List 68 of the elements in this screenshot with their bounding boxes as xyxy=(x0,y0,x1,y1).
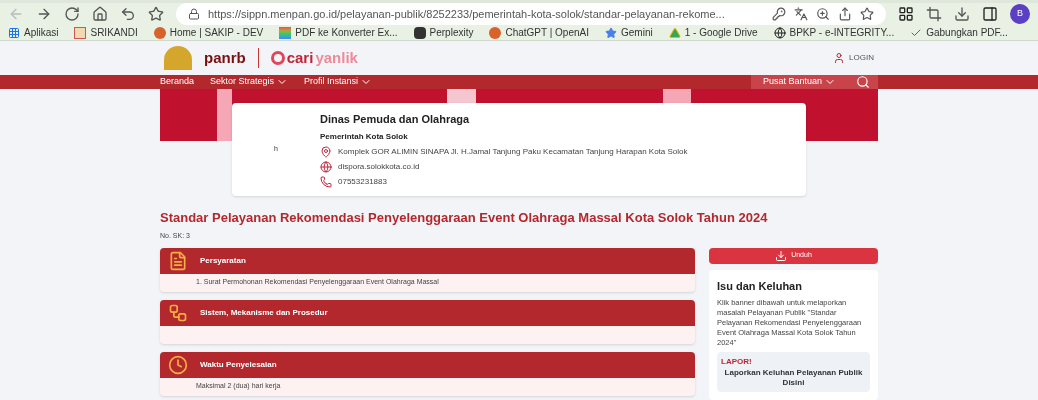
zoom-icon[interactable] xyxy=(816,7,830,21)
section-header[interactable]: Sistem, Mekanisme dan Prosedur xyxy=(160,299,695,326)
star-icon[interactable] xyxy=(148,6,164,22)
section-title: Sistem, Mekanisme dan Prosedur xyxy=(200,306,328,319)
section-header[interactable]: Persyaratan xyxy=(160,247,695,274)
page-title: Standar Pelayanan Rekomendasi Penyelenggaraan Event Olahraga Massal Kota Solok Tahun 2024 xyxy=(160,208,769,227)
translate-icon[interactable] xyxy=(794,7,808,21)
globe-icon xyxy=(320,160,332,173)
side-panel-icon[interactable] xyxy=(982,6,998,22)
section-title: Persyaratan xyxy=(200,254,246,267)
agency-parent: Pemerintah Kota Solok xyxy=(320,130,409,143)
bookmark-link[interactable]: ChatGPT | OpenAI xyxy=(489,25,589,40)
nav-link[interactable]: Beranda xyxy=(160,75,195,89)
apps-icon xyxy=(8,26,20,39)
reload-icon[interactable] xyxy=(64,6,80,22)
help-menu[interactable]: Pusat Bantuan xyxy=(750,75,848,89)
nav-link[interactable]: Profil Instansi xyxy=(304,75,373,89)
download-icon xyxy=(775,249,788,262)
section-title: Waktu Penyelesaian xyxy=(200,358,277,371)
bookmark-link[interactable]: 1 - Google Drive xyxy=(668,25,758,40)
panrb-logo: panrb xyxy=(204,47,246,68)
flow-icon xyxy=(168,302,188,323)
forward-icon[interactable] xyxy=(36,6,52,22)
agency-address: Komplek GOR ALIMIN SINAPA Jl. H.Jamal Tanjung Paku Kecamatan Tanjung Harapan Kota Solok xyxy=(338,145,688,158)
bookmark-link[interactable]: BPKP - e-INTEGRITY... xyxy=(773,25,895,40)
agency-phone: 07553231883 xyxy=(338,175,387,188)
login-link[interactable]: LOGIN xyxy=(833,52,874,64)
document-icon xyxy=(74,26,87,39)
share-icon[interactable] xyxy=(838,7,852,21)
bookmark-link[interactable]: Gemini xyxy=(605,25,653,40)
bookmark-link[interactable]: Home | SAKIP - DEV xyxy=(153,25,264,40)
bookmark-link[interactable]: SRIKANDI xyxy=(74,25,138,40)
bookmark-link[interactable]: Aplikasi xyxy=(8,25,59,40)
home-icon[interactable] xyxy=(92,6,108,22)
colorful-square-icon xyxy=(279,26,292,39)
search-icon xyxy=(856,75,870,89)
location-icon xyxy=(320,145,332,158)
banner-text: Laporkan Keluhan Pelayanan Publik Disini xyxy=(723,368,864,388)
extensions-icon[interactable] xyxy=(898,6,914,22)
report-banner[interactable]: LAPOR! Laporkan Keluhan Pelayanan Publik Disini xyxy=(717,352,870,392)
lapor-logo: LAPOR! xyxy=(721,356,753,368)
bookmark-link[interactable]: PDF ke Konverter Ex... xyxy=(279,25,398,40)
address-bar[interactable]: https://sippn.menpan.go.id/pelayanan-publik/8252233/pemerintah-kota-solok/standar-pelayanan-rekome... xyxy=(176,3,886,25)
bookmark-link[interactable]: Gabungkan PDF... xyxy=(910,25,1008,40)
website-link[interactable]: dispora.solokkota.co.id xyxy=(338,160,420,173)
url-text: https://sippn.menpan.go.id/pelayanan-publik/8252233/pemerintah-kota-solok/standar-pelayanan-rekome... xyxy=(208,6,726,22)
issues-title: Isu dan Keluhan xyxy=(717,278,803,294)
nav-link[interactable]: Sektor Strategis xyxy=(210,75,289,89)
triangle-icon xyxy=(668,26,681,39)
search-bubble-icon xyxy=(270,51,285,65)
bookmark-link[interactable]: Perplexity xyxy=(413,25,474,40)
bookmark-star-icon[interactable] xyxy=(860,7,874,21)
globe-icon xyxy=(773,26,786,39)
section-header[interactable]: Waktu Penyelesaian xyxy=(160,351,695,378)
download-icon[interactable] xyxy=(954,6,970,22)
profile-avatar[interactable]: B xyxy=(1010,4,1030,24)
clock-icon xyxy=(168,354,188,375)
undo-icon[interactable] xyxy=(120,6,136,22)
lock-icon xyxy=(188,8,200,20)
search-button[interactable] xyxy=(848,75,878,89)
key-icon[interactable] xyxy=(772,7,786,21)
document-icon xyxy=(168,250,188,271)
cariyanlik-logo: cariyanlik xyxy=(270,46,358,70)
user-icon xyxy=(833,52,846,64)
agency-name: Dinas Pemuda dan Olahraga xyxy=(320,112,471,127)
phone-icon xyxy=(320,175,332,188)
sparkle-icon xyxy=(605,26,617,39)
crop-icon[interactable] xyxy=(926,6,942,22)
